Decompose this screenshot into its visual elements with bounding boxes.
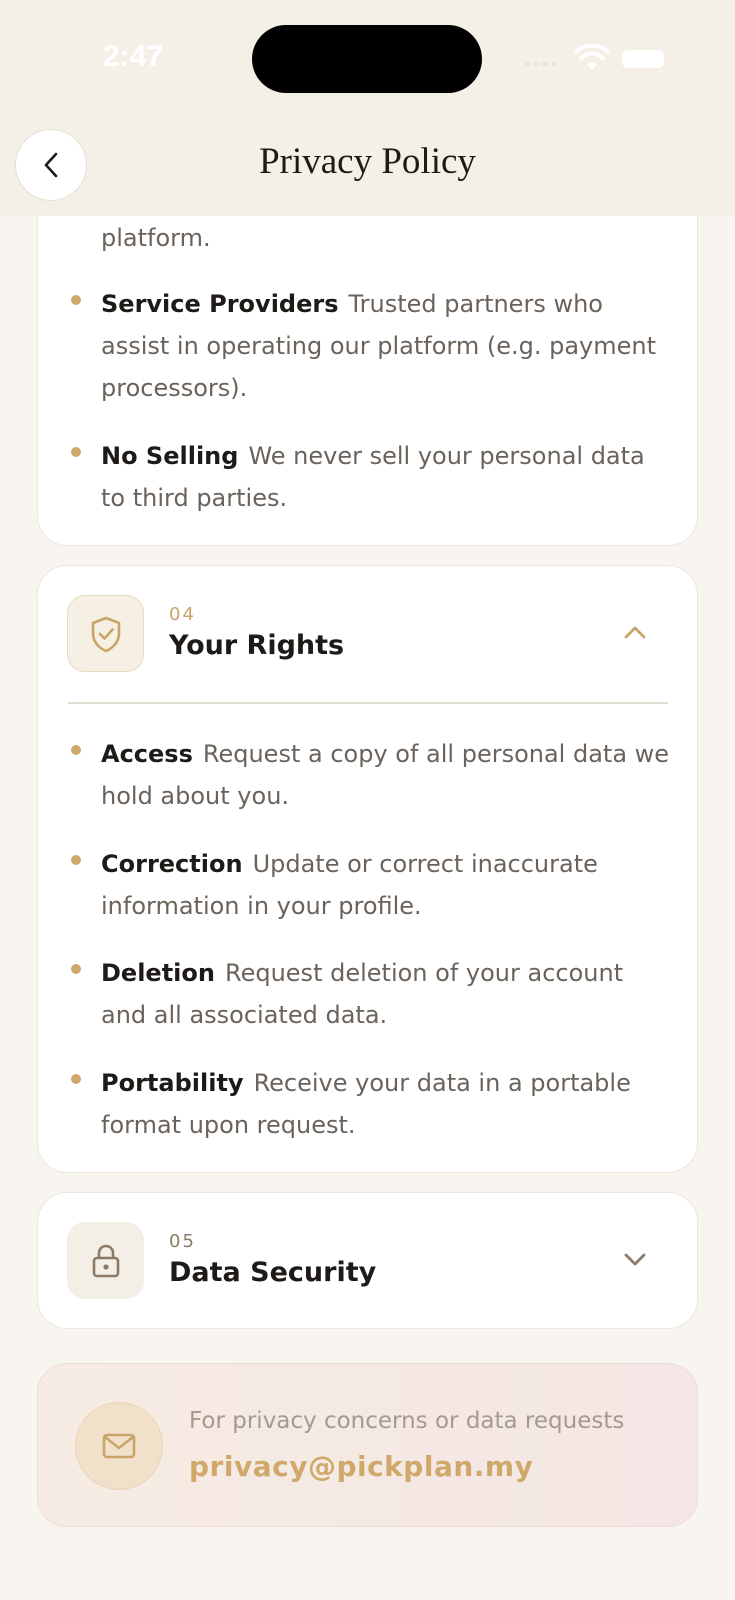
list-item: No Selling We never sell your personal da…	[71, 435, 671, 519]
bullet-dot	[71, 855, 81, 865]
contact-text: For privacy concerns or data requests	[189, 1408, 625, 1434]
list-item: Service Providers Trusted partners who as…	[71, 283, 671, 409]
shield-check-icon	[67, 595, 144, 672]
battery-icon	[622, 50, 664, 68]
chevron-up-icon	[624, 626, 646, 639]
item-title: Deletion	[101, 959, 215, 987]
signal-icon	[525, 56, 565, 66]
section-title: Data Security	[169, 1257, 377, 1288]
section-title: Your Rights	[169, 630, 345, 661]
wifi-icon	[575, 44, 609, 70]
bullet-dot	[71, 447, 81, 457]
item-title: Access	[101, 740, 193, 768]
status-time: 2:47	[103, 40, 164, 73]
rights-section-card: 04 Your Rights Access Request a copy of a…	[37, 565, 698, 1173]
security-section-card[interactable]: 05 Data Security	[37, 1192, 698, 1329]
bullet-dot	[71, 1074, 81, 1084]
mail-icon	[75, 1402, 163, 1490]
bullet-dot	[71, 745, 81, 755]
bullet-dot	[71, 964, 81, 974]
bullet-dot	[71, 295, 81, 305]
lock-icon	[67, 1222, 144, 1299]
item-title: Service Providers	[101, 290, 339, 318]
section-number: 04	[169, 604, 196, 625]
dynamic-island	[252, 25, 482, 93]
header: 2:47 Privacy Policy	[0, 0, 735, 216]
divider	[68, 702, 668, 704]
item-title: No Selling	[101, 442, 239, 470]
list-item: Access Request a copy of all personal dat…	[71, 733, 671, 817]
list-item: Deletion Request deletion of your account…	[71, 952, 671, 1036]
item-title: Correction	[101, 850, 243, 878]
chevron-down-icon	[624, 1253, 646, 1266]
section-number: 05	[169, 1231, 196, 1252]
item-title: Portability	[101, 1069, 244, 1097]
list-item: Correction Update or correct inaccurate i…	[71, 843, 671, 927]
partial-text: platform.	[101, 224, 211, 252]
rights-section-header[interactable]: 04 Your Rights	[38, 566, 699, 702]
page-title: Privacy Policy	[259, 141, 476, 182]
list-item: Portability Receive your data in a portab…	[71, 1062, 671, 1146]
contact-card: For privacy concerns or data requests pr…	[37, 1363, 698, 1527]
contact-email-link[interactable]: privacy@pickplan.my	[189, 1450, 533, 1483]
